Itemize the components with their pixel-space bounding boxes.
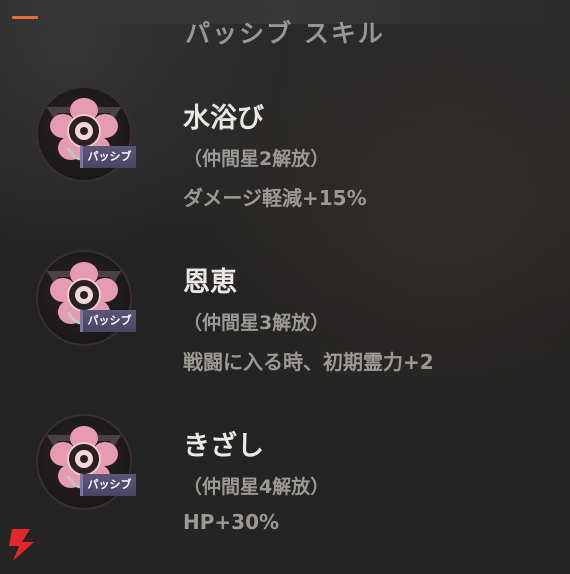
panel-title: パッシブ スキル — [185, 19, 385, 48]
skill-name: きざし — [183, 431, 264, 462]
lightning-bolt-icon — [9, 529, 34, 561]
skill-effect-value: +15% — [302, 186, 367, 210]
skill-effect: HP+30% — [183, 510, 279, 534]
skill-effect-value: +2 — [403, 350, 434, 374]
skill-icon-3[interactable]: パッシブ — [36, 414, 136, 510]
skill-item-3: パッシブ きざし （仲間星4解放） HP+30% — [0, 414, 570, 574]
skill-item-1: パッシブ 水浴び （仲間星2解放） ダメージ軽減+15% — [0, 86, 570, 246]
skill-effect-value: +30% — [214, 510, 280, 534]
passive-badge: パッシブ — [80, 310, 136, 332]
skill-effect-text: ダメージ軽減 — [183, 186, 302, 210]
skill-unlock-condition: （仲間星2解放） — [183, 148, 330, 170]
skill-unlock-condition: （仲間星4解放） — [183, 476, 330, 498]
skill-effect-text: HP — [183, 510, 215, 534]
skill-icon-2[interactable]: パッシブ — [36, 250, 136, 346]
skill-icon-1[interactable]: パッシブ — [36, 86, 136, 182]
passive-badge: パッシブ — [80, 146, 136, 168]
skill-name: 水浴び — [183, 103, 264, 134]
skill-effect: 戦闘に入る時、初期霊力+2 — [183, 346, 434, 375]
skill-effect: ダメージ軽減+15% — [183, 182, 367, 211]
passive-badge: パッシブ — [80, 474, 136, 496]
skill-item-2: パッシブ 恩恵 （仲間星3解放） 戦闘に入る時、初期霊力+2 — [0, 250, 570, 410]
skill-effect-text: 戦闘に入る時、初期霊力 — [183, 350, 403, 374]
skill-name: 恩恵 — [183, 267, 237, 298]
skill-unlock-condition: （仲間星3解放） — [183, 312, 330, 334]
